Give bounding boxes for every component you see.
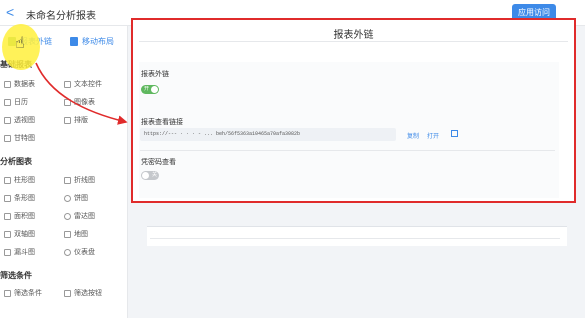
component-map[interactable]: 地图 [64, 229, 88, 239]
calendar-icon [4, 98, 11, 106]
back-icon[interactable]: < [6, 4, 14, 20]
component-calendar[interactable]: 日历 [4, 97, 28, 107]
external-link-dialog: 报表外链 [131, 18, 576, 203]
component-radar-chart[interactable]: 雷达图 [64, 211, 95, 221]
component-line-chart[interactable]: 折线图 [64, 175, 95, 185]
component-pie-chart[interactable]: 饼图 [64, 193, 88, 203]
component-filter-button[interactable]: 筛选按钮 [64, 288, 102, 298]
section-divider [140, 150, 555, 151]
section-title-filters: 筛选条件 [0, 271, 32, 280]
component-gauge[interactable]: 仪表盘 [64, 247, 95, 257]
table-icon [4, 80, 11, 88]
funnel-icon [4, 248, 11, 256]
component-pivot[interactable]: 透视图 [4, 115, 35, 125]
map-icon [64, 230, 71, 238]
component-area-chart[interactable]: 面积图 [4, 211, 35, 221]
external-link-toggle[interactable]: 开 [141, 85, 159, 94]
area-chart-icon [4, 212, 11, 220]
layout-icon [64, 116, 71, 124]
password-toggle[interactable]: 关 [141, 171, 159, 180]
report-title: 未命名分析报表 [26, 11, 96, 22]
component-column-chart[interactable]: 柱形图 [4, 175, 35, 185]
tab-label: 移动布局 [82, 37, 114, 46]
text-icon [64, 80, 71, 88]
copy-link-button[interactable]: 复制 [407, 131, 419, 140]
canvas-widget [147, 226, 567, 246]
gantt-icon [4, 134, 11, 142]
toggle-knob [142, 172, 149, 179]
qrcode-icon[interactable] [451, 130, 458, 137]
component-image[interactable]: 图像表 [64, 97, 95, 107]
column-chart-icon [4, 176, 11, 184]
radar-chart-icon [64, 212, 71, 220]
toggle-state-text: 开 [144, 86, 150, 92]
section-title-analysis: 分析图表 [0, 157, 32, 166]
pie-chart-icon [64, 194, 71, 202]
component-layout[interactable]: 排版 [64, 115, 88, 125]
component-bar-chart[interactable]: 条形图 [4, 193, 35, 203]
view-link-field[interactable]: https://--- · · · - ... beh/56f5363a1046… [140, 128, 396, 141]
filter-icon [4, 289, 11, 297]
dialog-divider [139, 41, 568, 42]
image-icon [64, 98, 71, 106]
open-link-button[interactable]: 打开 [427, 131, 439, 140]
component-gantt[interactable]: 甘特图 [4, 133, 35, 143]
bar-chart-icon [4, 194, 11, 202]
mobile-icon [70, 37, 78, 46]
component-dual-axis-chart[interactable]: 双轴图 [4, 229, 35, 239]
gauge-icon [64, 248, 71, 256]
dialog-title: 报表外链 [333, 30, 374, 41]
password-view-label: 凭密码查看 [141, 159, 176, 166]
component-text-widget[interactable]: 文本控件 [64, 79, 102, 89]
toggle-state-text: 关 [151, 172, 157, 178]
component-funnel-chart[interactable]: 漏斗图 [4, 247, 35, 257]
pointer-hand-icon: ☝ [15, 35, 25, 52]
dual-axis-icon [4, 230, 11, 238]
tab-mobile-layout[interactable]: 移动布局 [70, 36, 114, 47]
toggle-knob [151, 86, 158, 93]
component-filter-condition[interactable]: 筛选条件 [4, 288, 42, 298]
canvas-divider [150, 238, 560, 239]
view-link-label: 报表查看链接 [141, 119, 183, 126]
filter-button-icon [64, 289, 71, 297]
component-data-table[interactable]: 数据表 [4, 79, 35, 89]
pivot-icon [4, 116, 11, 124]
external-link-label: 报表外链 [141, 71, 169, 78]
line-chart-icon [64, 176, 71, 184]
